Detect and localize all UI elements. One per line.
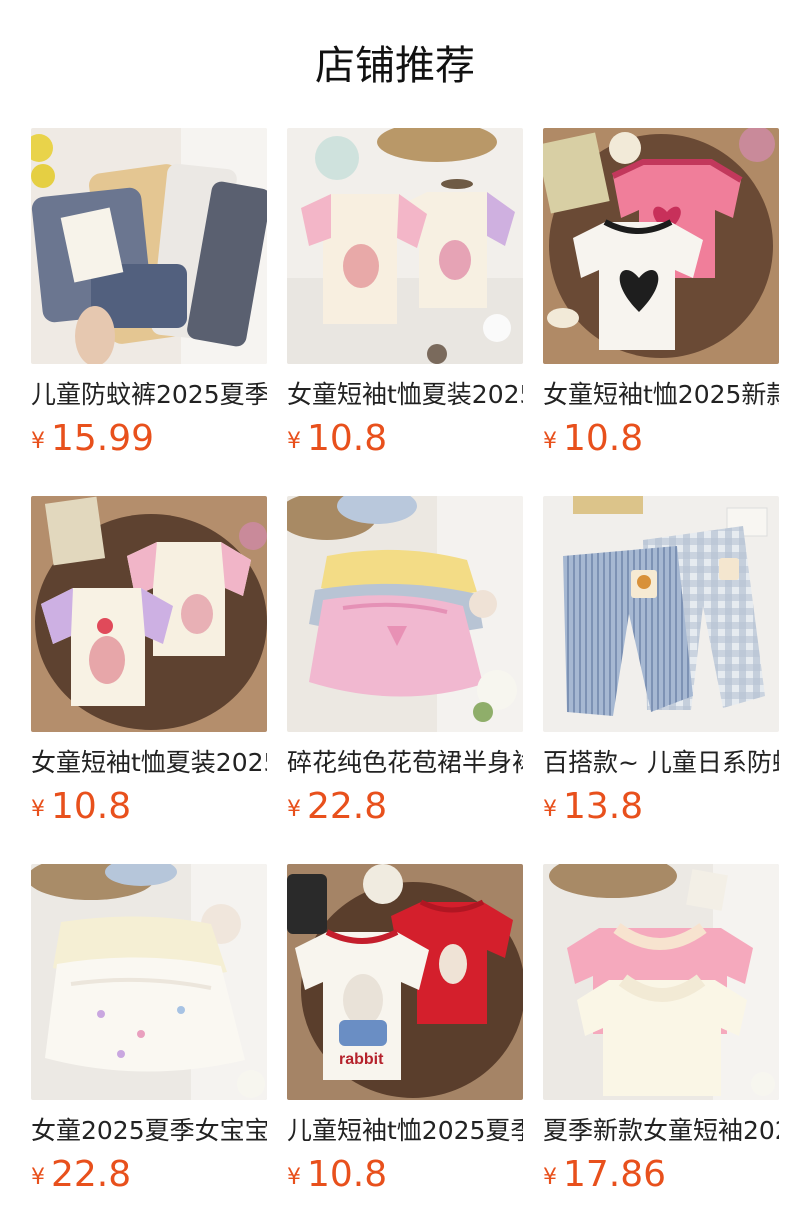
product-image[interactable]: rabbit [287,864,523,1100]
price-value: 10.8 [563,418,644,459]
product-card[interactable]: 女童短袖t恤2025新款 ¥10.8 [543,128,779,496]
product-name[interactable]: 碎花纯色花苞裙半身裙 [287,746,523,780]
kids-pants-product-photo [31,128,267,364]
girls-tshirt-product-photo [287,128,523,364]
product-image[interactable] [543,496,779,732]
rabbit-tshirt-product-photo: rabbit [287,864,523,1100]
price-value: 10.8 [307,418,388,459]
product-image[interactable] [31,128,267,364]
price-value: 10.8 [51,786,132,827]
girls-heart-tshirt-product-photo [543,128,779,364]
product-price: ¥13.8 [543,782,779,832]
price-value: 10.8 [307,1154,388,1195]
product-name[interactable]: 儿童短袖t恤2025夏季 [287,1114,523,1148]
product-price: ¥10.8 [287,1150,523,1200]
currency-symbol: ¥ [287,429,301,454]
product-card[interactable]: 女童短袖t恤夏装2025 ¥10.8 [31,496,267,864]
currency-symbol: ¥ [287,797,301,822]
product-name[interactable]: 女童短袖t恤夏装2025 [31,746,267,780]
currency-symbol: ¥ [543,797,557,822]
product-image[interactable] [31,496,267,732]
product-card[interactable]: 夏季新款女童短袖2025 ¥17.86 [543,864,779,1232]
product-name[interactable]: 儿童防蚊裤2025夏季 [31,378,267,412]
product-name[interactable]: 女童2025夏季女宝宝 [31,1114,267,1148]
store-recommendations-page: 店铺推荐 儿童防蚊裤2025夏季 ¥ 15.99 女童短袖t恤夏装2025 ¥ … [0,0,790,1232]
currency-symbol: ¥ [31,429,45,454]
product-price: ¥10.8 [287,414,523,464]
product-price: ¥10.8 [31,782,267,832]
product-price: ¥17.86 [543,1150,779,1200]
product-price: ¥10.8 [543,414,779,464]
product-grid: 儿童防蚊裤2025夏季 ¥15.99 女童短袖t恤夏装2025 ¥ 10.8 女… [31,128,779,1232]
kids-striped-pants-product-photo [543,496,779,732]
product-price: ¥22.8 [31,1150,267,1200]
product-card[interactable]: 百搭款~ 儿童日系防蚊裤 ¥13.8 [543,496,779,864]
currency-symbol: ¥ [543,429,557,454]
floral-skirt-product-photo [287,496,523,732]
product-card[interactable]: rabbit 儿童短袖t恤2025夏季 ¥10.8 [287,864,523,1232]
currency-symbol: ¥ [31,1165,45,1190]
product-image[interactable] [31,864,267,1100]
svg-text:rabbit: rabbit [339,1051,384,1068]
price-value: 13.8 [563,786,644,827]
product-name[interactable]: 夏季新款女童短袖2025 [543,1114,779,1148]
currency-symbol: ¥ [543,1165,557,1190]
lace-collar-top-product-photo [543,864,779,1100]
price-value: 22.8 [307,786,388,827]
product-image[interactable] [287,128,523,364]
product-image[interactable] [287,496,523,732]
product-card[interactable]: 儿童防蚊裤2025夏季 ¥15.99 [31,128,267,496]
product-image[interactable] [543,864,779,1100]
product-price: ¥22.8 [287,782,523,832]
price-value: 22.8 [51,1154,132,1195]
currency-symbol: ¥ [287,1165,301,1190]
girls-bunny-tshirt-product-photo [31,496,267,732]
girls-skirt-product-photo [31,864,267,1100]
product-card[interactable]: 碎花纯色花苞裙半身裙 ¥22.8 [287,496,523,864]
product-card[interactable]: 女童2025夏季女宝宝 ¥22.8 [31,864,267,1232]
product-card[interactable]: 女童短袖t恤夏装2025 ¥10.8 [287,128,523,496]
price-value: 15.99 [51,418,155,459]
product-image[interactable] [543,128,779,364]
product-price: ¥15.99 [31,414,267,464]
product-name[interactable]: 女童短袖t恤2025新款 [543,378,779,412]
price-value: 17.86 [563,1154,667,1195]
product-name[interactable]: 百搭款~ 儿童日系防蚊裤 [543,746,779,780]
product-name[interactable]: 女童短袖t恤夏装2025 [287,378,523,412]
page-title: 店铺推荐 [315,43,475,89]
currency-symbol: ¥ [31,797,45,822]
